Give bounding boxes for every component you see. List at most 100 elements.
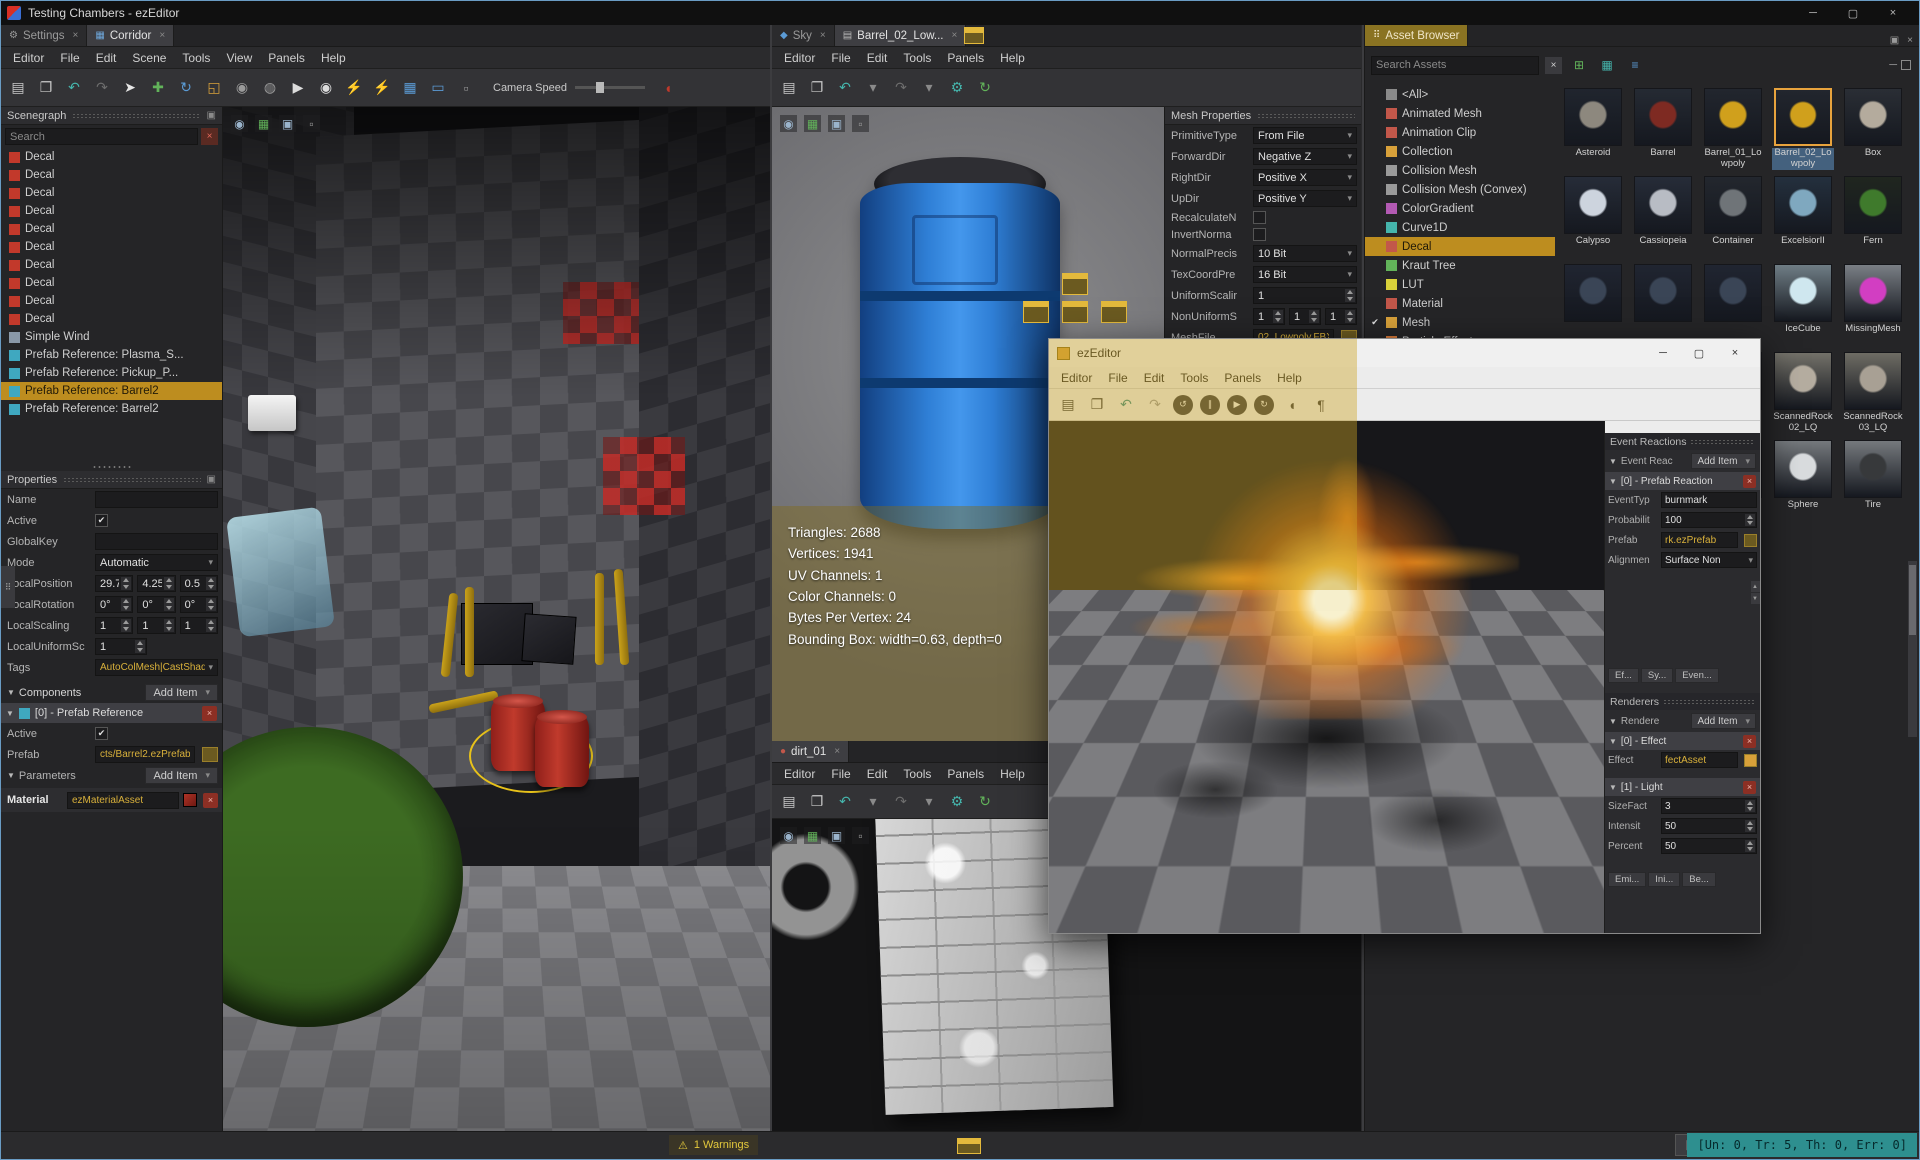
asset-thumbnail-cell[interactable]: Tire [1840,440,1906,522]
simulate-icon[interactable]: ◉ [315,77,337,99]
save-document-icon[interactable]: ▤ [1057,394,1079,416]
menu-item[interactable]: Edit [88,51,125,65]
asset-type-item[interactable]: ✔ Mesh [1365,313,1555,332]
clear-search-icon[interactable]: × [1545,56,1562,74]
asset-thumbnail-cell[interactable]: Barrel_01_Lowpoly [1700,88,1766,170]
menu-item[interactable]: Editor [776,51,823,65]
scenegraph-item[interactable]: Decal [1,148,222,166]
uniform-scale-spinner[interactable]: 1 [95,638,147,655]
asset-settings-icon[interactable]: ⚙ [946,77,968,99]
mini-tab[interactable]: Ef... [1608,668,1639,683]
nonuniform-z-spinner[interactable]: 1 [1325,308,1357,325]
float-panel-icon[interactable]: ▣ [1890,35,1899,46]
effect-renderer-group[interactable]: ▼ [0] - Effect × [1605,732,1760,750]
menu-item[interactable]: Editor [776,767,823,781]
menu-item[interactable]: Tools [895,51,939,65]
document-tab[interactable]: ◆ Sky × [772,25,835,46]
redo-icon[interactable]: ↷ [91,77,113,99]
asset-type-item[interactable]: ✔ Material [1365,294,1555,313]
speaker-icon[interactable]: ◖ [657,77,679,99]
grid-toggle-icon[interactable]: ▫ [852,827,869,844]
menu-item[interactable]: View [218,51,260,65]
scenegraph-item[interactable]: Prefab Reference: Plasma_S... [1,346,222,364]
redo-dropdown-icon[interactable]: ▾ [918,791,940,813]
menu-item[interactable]: Scene [124,51,174,65]
asset-thumbnail[interactable] [1774,352,1832,410]
camera-icon[interactable]: ◉ [780,827,797,844]
asset-thumbnail-cell[interactable]: Asteroid [1560,88,1626,170]
redo-icon[interactable]: ↷ [890,791,912,813]
position-z-spinner[interactable]: 0.5 [179,575,218,592]
clear-search-icon[interactable]: × [201,128,218,145]
prefab-reaction-group[interactable]: ▼ [0] - Prefab Reaction × [1605,472,1760,490]
render-mode-icon[interactable]: ▦ [399,77,421,99]
scenegraph-item[interactable]: Decal [1,256,222,274]
copy-icon[interactable]: ❐ [35,77,57,99]
scenegraph-item[interactable]: Decal [1,220,222,238]
save-document-icon[interactable]: ▤ [778,77,800,99]
tags-dropdown[interactable]: AutoColMesh|CastShadow▾ [95,659,218,676]
eventtype-field[interactable]: burnmark [1661,492,1757,508]
asset-thumbnail-cell[interactable]: Container [1700,176,1766,258]
menu-item[interactable]: Edit [859,767,896,781]
menu-item[interactable]: Panels [939,51,992,65]
document-tab[interactable]: ▤ Barrel_02_Low... × [834,25,967,46]
asset-thumbnail[interactable] [1704,176,1762,234]
minimize-button[interactable]: ─ [1646,341,1680,365]
browse-asset-button[interactable] [1744,753,1757,767]
sizefactor-spinner[interactable]: 3 [1661,798,1757,814]
asset-thumbnail[interactable] [1844,352,1902,410]
snap-settings-icon[interactable]: ◍ [259,77,281,99]
remove-reaction-button[interactable]: × [1743,474,1756,488]
effect-asset-field[interactable]: fectAsset [1661,752,1738,768]
select-cursor-icon[interactable]: ➤ [119,77,141,99]
asset-type-item[interactable]: ✔ <All> [1365,85,1555,104]
property-dropdown[interactable]: From File ▾ [1253,127,1357,144]
component-active-checkbox[interactable]: ✔ [95,727,108,740]
render-pipeline-icon[interactable]: ▦ [804,827,821,844]
property-dropdown[interactable]: Positive Y ▾ [1253,190,1357,207]
asset-type-item[interactable]: ✔ Animation Clip [1365,123,1555,142]
redo-dropdown-icon[interactable]: ▾ [918,77,940,99]
screenshot-icon[interactable]: ▣ [828,115,845,132]
minimize-button[interactable]: ─ [1793,1,1833,25]
mini-tab[interactable]: Even... [1675,668,1719,683]
collapse-icon[interactable]: ▼ [7,771,15,780]
asset-thumbnail-cell[interactable]: MissingMesh [1840,264,1906,346]
tab-close-icon[interactable]: × [820,30,826,41]
renderers-header[interactable]: Renderers [1605,693,1760,710]
translate-gizmo-icon[interactable]: ✚ [147,77,169,99]
save-document-icon[interactable]: ▤ [778,791,800,813]
world-space-icon[interactable]: ◉ [231,77,253,99]
asset-thumbnail[interactable] [1774,88,1832,146]
component-group-header[interactable]: ▼ [0] - Prefab Reference × [1,703,222,723]
probability-spinner[interactable]: 100 [1661,512,1757,528]
asset-thumbnail-cell[interactable]: Calypso [1560,176,1626,258]
loop-effect-icon[interactable]: ↻ [1254,394,1274,415]
asset-thumbnail-cell[interactable]: Fern [1840,176,1906,258]
collapse-icon[interactable]: ▼ [1609,717,1617,726]
scenegraph-item[interactable]: Simple Wind [1,328,222,346]
maximize-button[interactable]: ▢ [1682,341,1716,365]
alignment-dropdown[interactable]: Surface Non ▾ [1661,552,1757,568]
menu-item[interactable]: Tools [895,767,939,781]
remove-renderer-button[interactable]: × [1743,734,1756,748]
asset-thumbnail-cell[interactable]: ScannedRock02_LQ [1770,352,1836,434]
rotation-z-spinner[interactable]: 0° [179,596,218,613]
mesh-properties-header[interactable]: Mesh Properties [1165,107,1361,125]
browse-asset-button[interactable] [1744,533,1757,547]
undo-icon[interactable]: ↶ [1115,394,1137,416]
camera-icon[interactable]: ◉ [780,115,797,132]
property-dropdown[interactable]: 16 Bit ▾ [1253,266,1357,283]
asset-thumbnail[interactable] [1844,440,1902,498]
menu-item[interactable]: File [1100,371,1135,385]
scenegraph-item[interactable]: Decal [1,184,222,202]
intensity-spinner[interactable]: 50 [1661,818,1757,834]
save-document-icon[interactable]: ▤ [7,77,29,99]
browse-asset-button[interactable] [202,747,218,762]
mini-tab[interactable]: Ini... [1648,872,1681,887]
asset-type-item[interactable]: ✔ Collision Mesh (Convex) [1365,180,1555,199]
panel-splitter[interactable] [1,463,223,471]
view-thumbnails-icon[interactable]: ▦ [1596,54,1618,76]
add-component-button[interactable]: Add Item ▾ [145,684,218,701]
